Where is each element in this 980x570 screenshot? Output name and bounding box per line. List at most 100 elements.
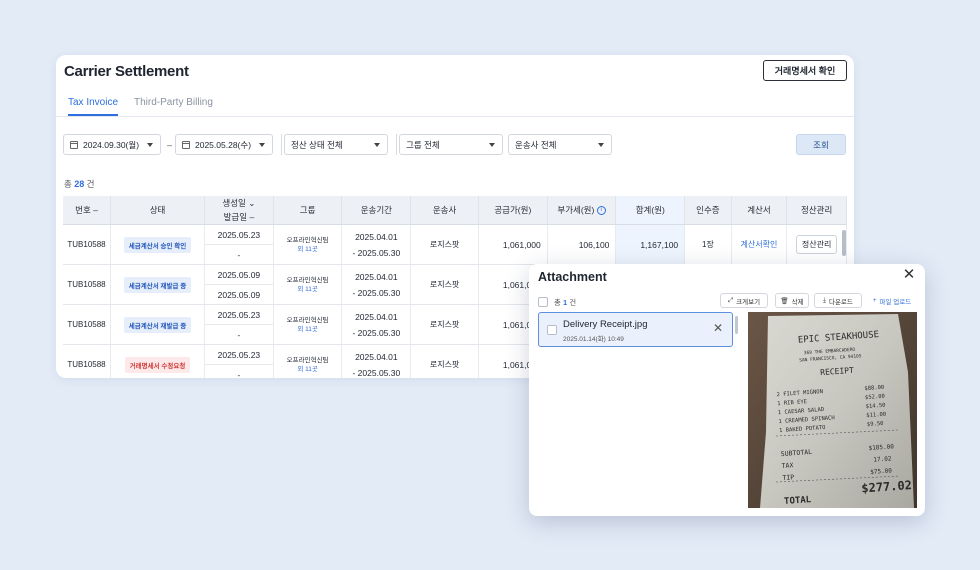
header-invoice: 계산서 [731,196,788,225]
chevron-down-icon [147,143,153,147]
close-icon[interactable]: ✕ [901,267,917,283]
created-date: 2025.05.23 [217,349,261,360]
period-end: - 2025.05.30 [352,247,401,258]
chevron-down-icon [489,143,495,147]
header-total: 합계(원) [615,196,686,225]
cell-carrier: 로지스팟 [410,344,479,378]
group-more-link[interactable]: 외 11곳 [274,245,342,254]
cell-period: 2025.04.01 - 2025.05.30 [341,304,412,345]
header-carrier: 운송사 [410,196,479,225]
count-value: 1 [563,298,568,307]
group-more-link[interactable]: 외 11곳 [274,285,342,294]
date-to-picker[interactable]: 2025.05.28(수) [175,134,273,155]
date-range-separator: – [167,140,173,150]
statement-confirm-button[interactable]: 거래명세서 확인 [763,60,847,81]
receipt-preview-image: EPIC STEAKHOUSE 369 THE EMBARCADERO SAN … [748,312,917,508]
date-from-picker[interactable]: 2024.09.30(월) [63,134,161,155]
header-vat-label: 부가세(원) [557,205,595,215]
cell-carrier: 로지스팟 [410,264,479,305]
result-count: 총 28 건 [64,178,94,190]
preview-label: 크게보기 [736,298,761,306]
file-date: 2025.01.14(화) 10:49 [563,336,624,343]
period-start: 2025.04.01 [355,231,398,242]
invoice-view-link[interactable]: 계산서확인 [741,240,778,249]
period-start: 2025.04.01 [355,271,398,282]
cell-status: 세금계산서 재발급 중 [110,304,206,345]
group-name: 오프라인혁신팀 [286,356,329,364]
delete-button[interactable]: 🗑 삭제 [775,293,809,308]
receipt-tax-label: TAX [781,461,793,470]
period-start: 2025.04.01 [355,351,398,362]
status-badge: 세금계산서 승인 확인 [123,236,192,253]
group-more-link[interactable]: 외 11곳 [274,365,342,374]
cell-dates: 2025.05.09 2025.05.09 [204,264,274,305]
cell-manage: 정산관리 [786,224,847,265]
header-period: 운송기간 [341,196,412,225]
info-icon[interactable]: i [596,206,606,216]
cell-dates: 2025.05.23 - [204,224,274,265]
download-label: 다운로드 [828,298,853,306]
download-button[interactable]: ⤓ 다운로드 [814,293,862,308]
header-dates[interactable]: 생성일 ⌄ 발급일 – [204,196,274,225]
sort-icon: – [249,212,255,222]
cell-number: TUB10588 [63,304,111,345]
search-button[interactable]: 조회 [796,134,846,155]
cell-group: 오프라인혁신팀 외 11곳 [273,264,343,305]
chevron-down-icon [259,143,265,147]
attachment-count: 총 1 건 [554,297,576,308]
group-select-value: 그룹 전체 [406,139,440,150]
group-more-link[interactable]: 외 11곳 [274,325,342,334]
select-all-checkbox[interactable] [538,297,548,307]
calendar-icon [70,140,78,149]
status-select[interactable]: 정산 상태 전체 [284,134,388,155]
cell-carrier: 로지스팟 [410,304,479,345]
cell-dates: 2025.05.23 - [204,304,274,345]
receipt-tip-label: TIP [782,473,794,482]
file-list-scrollbar[interactable] [735,316,738,334]
date-to-value: 2025.05.28(수) [195,139,252,150]
tab-tax-invoice[interactable]: Tax Invoice [68,97,119,116]
cell-carrier: 로지스팟 [410,224,479,265]
chevron-down-icon [598,143,604,147]
expand-icon: ⤢ [727,296,734,304]
receipt-item-price: $9.50 [867,421,884,428]
cell-period: 2025.04.01 - 2025.05.30 [341,264,412,305]
header-number[interactable]: 번호 – [63,196,111,225]
cell-invoice: 계산서확인 [731,224,788,265]
settlement-manage-button[interactable]: 정산관리 [795,235,838,254]
upload-button[interactable]: + 파일 업로드 [866,293,918,308]
remove-file-icon[interactable]: ✕ [713,321,723,335]
cell-period: 2025.04.01 - 2025.05.30 [341,344,412,378]
divider [281,134,282,155]
table-scrollbar[interactable] [842,230,846,256]
issued-date: 2025.05.09 [205,284,273,304]
period-end: - 2025.05.30 [352,287,401,298]
header-stamp: 인수증 [684,196,732,225]
issued-date: - [205,244,273,264]
file-checkbox[interactable] [547,325,557,335]
cell-period: 2025.04.01 - 2025.05.30 [341,224,412,265]
modal-title: Attachment [538,270,607,284]
created-date: 2025.05.09 [217,269,261,280]
download-icon: ⤓ [823,296,826,304]
page-title: Carrier Settlement [64,63,189,80]
file-list-item[interactable]: Delivery Receipt.jpg 2025.01.14(화) 10:49… [538,312,733,347]
receipt-total-label: TOTAL [784,495,812,507]
group-select[interactable]: 그룹 전체 [399,134,503,155]
count-prefix: 총 [554,298,561,307]
carrier-select[interactable]: 운송사 전체 [508,134,612,155]
table-row[interactable]: TUB10588 세금계산서 승인 확인 2025.05.23 - 오프라인혁신팀… [63,224,847,265]
header-supply: 공급가(원) [478,196,548,225]
period-end: - 2025.05.30 [352,367,401,378]
cell-supply: 1,061,000 [478,224,548,265]
group-name: 오프라인혁신팀 [286,276,329,284]
chevron-down-icon: ⌄ [248,198,256,208]
period-end: - 2025.05.30 [352,327,401,338]
preview-button[interactable]: ⤢ 크게보기 [720,293,768,308]
created-date: 2025.05.23 [217,229,261,240]
cell-group: 오프라인혁신팀 외 11곳 [273,224,343,265]
cell-status: 거래명세서 수정요청 [110,344,206,378]
issued-date: - [205,324,273,344]
upload-label: 파일 업로드 [879,298,912,306]
tab-third-party-billing[interactable]: Third-Party Billing [134,97,213,114]
